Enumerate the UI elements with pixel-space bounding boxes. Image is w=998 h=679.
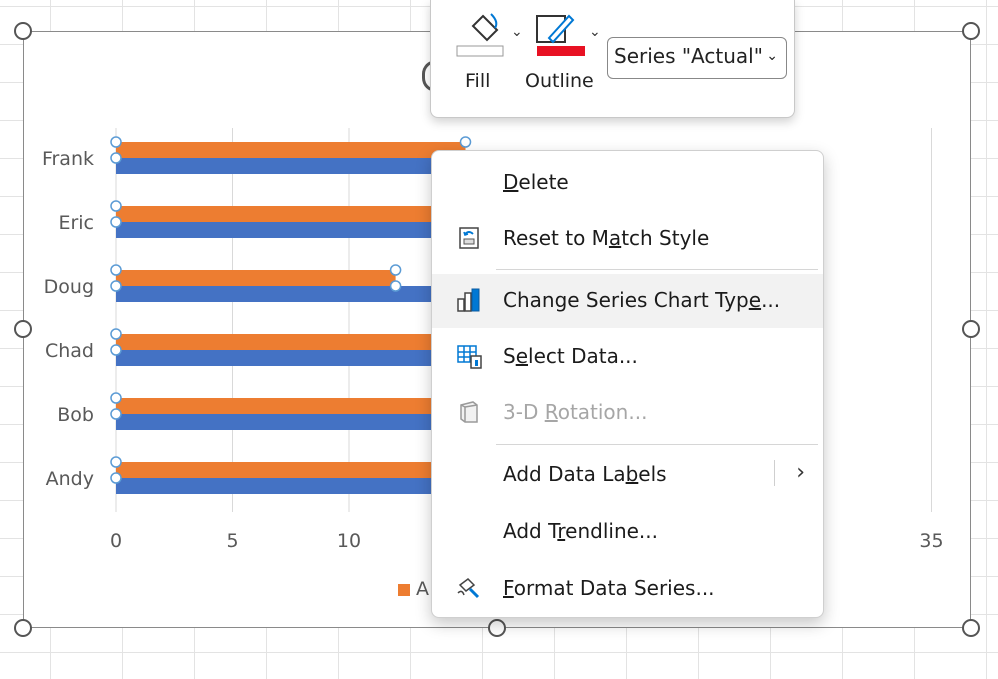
legend-swatch-orange xyxy=(398,583,410,596)
resize-handle-middle-left[interactable] xyxy=(14,320,32,338)
fill-label: Fill xyxy=(465,70,491,92)
series-point-handle[interactable] xyxy=(110,280,122,292)
svg-text:⌄: ⌄ xyxy=(589,24,601,40)
x-tick-label: 0 xyxy=(110,530,122,552)
bar-orange[interactable] xyxy=(116,334,443,350)
bar-orange[interactable] xyxy=(116,142,466,158)
bar-blue[interactable] xyxy=(116,478,443,494)
reset-style-icon xyxy=(459,227,479,249)
menu-item-reset-to-match-style[interactable]: Reset to Match Style xyxy=(432,212,823,266)
series-point-handle[interactable] xyxy=(110,456,122,468)
category-label: Andy xyxy=(46,468,94,490)
chevron-down-icon: ⌄ xyxy=(766,48,778,64)
series-point-handle[interactable] xyxy=(110,328,122,340)
series-selector-dropdown[interactable]: Series "Actual" ⌄ xyxy=(607,37,787,79)
menu-item-label: Add Data Labels xyxy=(503,462,667,486)
submenu-divider xyxy=(774,460,775,486)
menu-item-label: Format Data Series... xyxy=(503,576,715,600)
series-selector-value: Series "Actual" xyxy=(614,44,763,68)
resize-handle-bottom-middle[interactable] xyxy=(488,619,506,637)
series-point-handle[interactable] xyxy=(110,392,122,404)
bar-blue[interactable] xyxy=(116,350,443,366)
menu-separator xyxy=(496,444,818,445)
menu-item-label: Reset to Match Style xyxy=(503,226,710,250)
series-point-handle[interactable] xyxy=(110,152,122,164)
bar-chart-icon xyxy=(457,288,480,312)
bar-orange[interactable] xyxy=(116,270,396,286)
format-paintbrush-icon xyxy=(457,578,480,599)
bar-blue[interactable] xyxy=(116,414,443,430)
bar-orange[interactable] xyxy=(116,462,443,478)
bar-blue[interactable] xyxy=(116,158,443,174)
category-label: Frank xyxy=(42,148,94,170)
format-mini-toolbar: ⌄ Fill ⌄ Outline Series "Actual" ⌄ xyxy=(430,0,795,118)
series-point-handle[interactable] xyxy=(110,216,122,228)
series-point-handle[interactable] xyxy=(110,472,122,484)
menu-item-add-data-labels[interactable]: Add Data Labels › xyxy=(432,448,823,502)
series-point-handle[interactable] xyxy=(110,136,122,148)
resize-handle-middle-right[interactable] xyxy=(962,320,980,338)
outline-button[interactable]: ⌄ xyxy=(523,6,603,71)
category-label: Bob xyxy=(57,404,94,426)
category-label: Chad xyxy=(45,340,94,362)
menu-item-label: Delete xyxy=(503,170,569,194)
select-data-icon xyxy=(457,345,482,369)
category-label: Eric xyxy=(58,212,94,234)
series-point-handle[interactable] xyxy=(459,136,472,148)
pen-outline-icon: ⌄ xyxy=(536,14,601,56)
menu-item-label: Add Trendline... xyxy=(503,519,658,543)
fill-button[interactable]: ⌄ xyxy=(453,6,523,71)
menu-item-label: Change Series Chart Type... xyxy=(503,288,781,312)
chevron-right-icon[interactable]: › xyxy=(796,460,805,485)
menu-item-select-data[interactable]: Select Data... xyxy=(432,330,823,384)
resize-handle-bottom-right[interactable] xyxy=(962,619,980,637)
resize-handle-top-left[interactable] xyxy=(14,22,32,40)
paint-bucket-icon: ⌄ xyxy=(456,13,523,57)
menu-item-label: 3-D Rotation... xyxy=(503,400,648,424)
series-point-handle[interactable] xyxy=(389,264,402,276)
context-menu: Delete Reset to Match Style Change Serie… xyxy=(431,150,824,618)
svg-text:⌄: ⌄ xyxy=(511,24,523,40)
menu-separator xyxy=(496,269,818,270)
series-point-handle[interactable] xyxy=(110,408,122,420)
menu-item-change-series-chart-type[interactable]: Change Series Chart Type... xyxy=(432,274,823,328)
menu-item-delete[interactable]: Delete xyxy=(432,156,823,210)
menu-item-add-trendline[interactable]: Add Trendline... xyxy=(432,505,823,559)
menu-item-label: Select Data... xyxy=(503,344,638,368)
resize-handle-top-right[interactable] xyxy=(962,22,980,40)
series-point-handle[interactable] xyxy=(389,280,402,292)
menu-item-3d-rotation: 3-D Rotation... xyxy=(432,386,823,440)
menu-item-format-data-series[interactable]: Format Data Series... xyxy=(432,562,823,616)
series-point-handle[interactable] xyxy=(110,264,122,276)
outline-label: Outline xyxy=(525,70,594,92)
chart-legend[interactable]: A xyxy=(398,578,429,600)
category-label: Doug xyxy=(44,276,94,298)
bar-orange[interactable] xyxy=(116,398,443,414)
x-tick-label: 10 xyxy=(337,530,361,552)
x-tick-label: 5 xyxy=(226,530,238,552)
3d-rotation-icon xyxy=(460,401,478,423)
bar-orange[interactable] xyxy=(116,206,443,222)
series-point-handle[interactable] xyxy=(110,344,122,356)
x-tick-label: 35 xyxy=(919,530,943,552)
legend-text: A xyxy=(416,578,429,600)
series-point-handle[interactable] xyxy=(110,200,122,212)
resize-handle-bottom-left[interactable] xyxy=(14,619,32,637)
bar-blue[interactable] xyxy=(116,222,443,238)
